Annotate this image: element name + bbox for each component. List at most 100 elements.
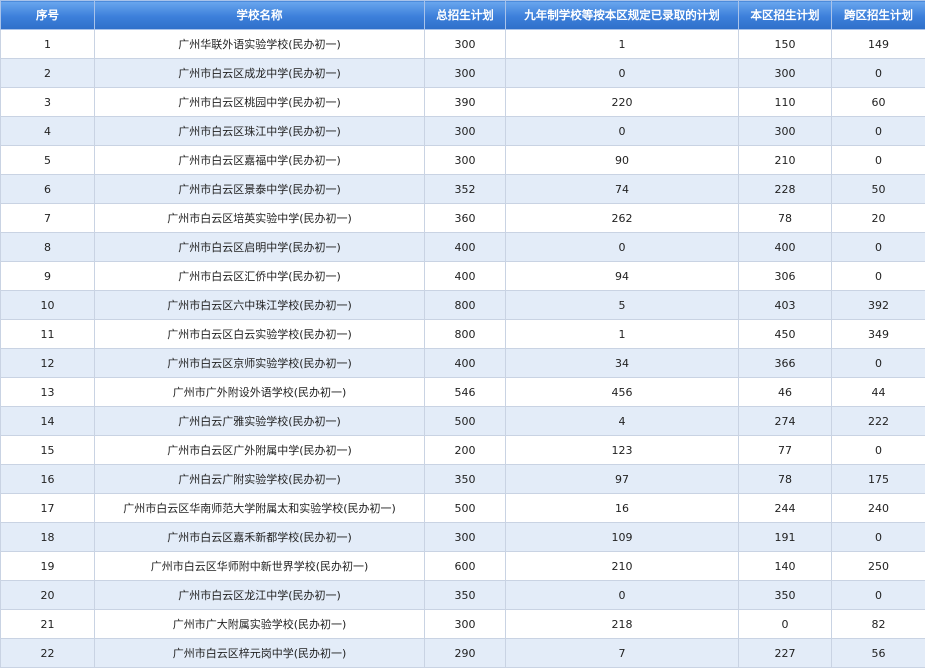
cell-cross-district-plan: 0 xyxy=(831,58,925,88)
cell-index: 11 xyxy=(0,319,95,349)
cell-local-plan: 0 xyxy=(738,609,832,639)
cell-admitted-plan: 34 xyxy=(505,348,739,378)
cell-admitted-plan: 0 xyxy=(505,116,739,146)
cell-total-plan: 500 xyxy=(424,406,506,436)
cell-local-plan: 191 xyxy=(738,522,832,552)
cell-school-name: 广州市白云区华师附中新世界学校(民办初一) xyxy=(94,551,425,581)
cell-admitted-plan: 5 xyxy=(505,290,739,320)
cell-cross-district-plan: 0 xyxy=(831,116,925,146)
table-row: 19 广州市白云区华师附中新世界学校(民办初一) 600 210 140 250 xyxy=(0,551,925,581)
cell-school-name: 广州白云广附实验学校(民办初一) xyxy=(94,464,425,494)
header-school-name[interactable]: 学校名称 xyxy=(94,0,425,30)
cell-index: 4 xyxy=(0,116,95,146)
header-total-plan[interactable]: 总招生计划 xyxy=(424,0,506,30)
cell-local-plan: 366 xyxy=(738,348,832,378)
table-row: 11 广州市白云区白云实验学校(民办初一) 800 1 450 349 xyxy=(0,319,925,349)
cell-admitted-plan: 0 xyxy=(505,58,739,88)
cell-index: 15 xyxy=(0,435,95,465)
cell-local-plan: 274 xyxy=(738,406,832,436)
cell-index: 18 xyxy=(0,522,95,552)
cell-cross-district-plan: 0 xyxy=(831,435,925,465)
header-admitted-plan[interactable]: 九年制学校等按本区规定已录取的计划 xyxy=(505,0,739,30)
cell-index: 20 xyxy=(0,580,95,610)
cell-local-plan: 306 xyxy=(738,261,832,291)
table-row: 1 广州华联外语实验学校(民办初一) 300 1 150 149 xyxy=(0,29,925,59)
cell-index: 7 xyxy=(0,203,95,233)
cell-total-plan: 360 xyxy=(424,203,506,233)
cell-school-name: 广州市白云区珠江中学(民办初一) xyxy=(94,116,425,146)
cell-index: 21 xyxy=(0,609,95,639)
cell-index: 6 xyxy=(0,174,95,204)
cell-school-name: 广州市白云区成龙中学(民办初一) xyxy=(94,58,425,88)
cell-total-plan: 400 xyxy=(424,261,506,291)
cell-index: 17 xyxy=(0,493,95,523)
table-row: 18 广州市白云区嘉禾新都学校(民办初一) 300 109 191 0 xyxy=(0,522,925,552)
header-index[interactable]: 序号 xyxy=(0,0,95,30)
cell-school-name: 广州白云广雅实验学校(民办初一) xyxy=(94,406,425,436)
cell-local-plan: 78 xyxy=(738,464,832,494)
cell-admitted-plan: 109 xyxy=(505,522,739,552)
cell-index: 5 xyxy=(0,145,95,175)
cell-cross-district-plan: 50 xyxy=(831,174,925,204)
cell-total-plan: 500 xyxy=(424,493,506,523)
table-row: 6 广州市白云区景泰中学(民办初一) 352 74 228 50 xyxy=(0,174,925,204)
cell-local-plan: 140 xyxy=(738,551,832,581)
cell-cross-district-plan: 0 xyxy=(831,261,925,291)
cell-total-plan: 400 xyxy=(424,232,506,262)
cell-total-plan: 546 xyxy=(424,377,506,407)
cell-admitted-plan: 94 xyxy=(505,261,739,291)
header-local-plan[interactable]: 本区招生计划 xyxy=(738,0,832,30)
table-row: 5 广州市白云区嘉福中学(民办初一) 300 90 210 0 xyxy=(0,145,925,175)
table-header: 序号 学校名称 总招生计划 九年制学校等按本区规定已录取的计划 本区招生计划 跨… xyxy=(0,0,925,30)
cell-local-plan: 403 xyxy=(738,290,832,320)
table-row: 20 广州市白云区龙江中学(民办初一) 350 0 350 0 xyxy=(0,580,925,610)
cell-local-plan: 350 xyxy=(738,580,832,610)
cell-total-plan: 400 xyxy=(424,348,506,378)
cell-total-plan: 800 xyxy=(424,290,506,320)
cell-total-plan: 350 xyxy=(424,580,506,610)
table-row: 21 广州市广大附属实验学校(民办初一) 300 218 0 82 xyxy=(0,609,925,639)
cell-total-plan: 800 xyxy=(424,319,506,349)
table-row: 17 广州市白云区华南师范大学附属太和实验学校(民办初一) 500 16 244 240 xyxy=(0,493,925,523)
cell-total-plan: 300 xyxy=(424,58,506,88)
cell-local-plan: 210 xyxy=(738,145,832,175)
cell-cross-district-plan: 0 xyxy=(831,348,925,378)
table-row: 4 广州市白云区珠江中学(民办初一) 300 0 300 0 xyxy=(0,116,925,146)
cell-local-plan: 228 xyxy=(738,174,832,204)
cell-index: 13 xyxy=(0,377,95,407)
cell-admitted-plan: 262 xyxy=(505,203,739,233)
cell-cross-district-plan: 56 xyxy=(831,638,925,668)
cell-total-plan: 200 xyxy=(424,435,506,465)
cell-admitted-plan: 97 xyxy=(505,464,739,494)
cell-cross-district-plan: 240 xyxy=(831,493,925,523)
table-row: 16 广州白云广附实验学校(民办初一) 350 97 78 175 xyxy=(0,464,925,494)
cell-index: 10 xyxy=(0,290,95,320)
cell-cross-district-plan: 44 xyxy=(831,377,925,407)
cell-index: 3 xyxy=(0,87,95,117)
cell-school-name: 广州市白云区嘉福中学(民办初一) xyxy=(94,145,425,175)
cell-local-plan: 300 xyxy=(738,58,832,88)
cell-admitted-plan: 218 xyxy=(505,609,739,639)
table-row: 8 广州市白云区启明中学(民办初一) 400 0 400 0 xyxy=(0,232,925,262)
cell-admitted-plan: 4 xyxy=(505,406,739,436)
cell-admitted-plan: 123 xyxy=(505,435,739,465)
cell-cross-district-plan: 222 xyxy=(831,406,925,436)
cell-school-name: 广州市白云区培英实验中学(民办初一) xyxy=(94,203,425,233)
cell-total-plan: 300 xyxy=(424,145,506,175)
cell-cross-district-plan: 349 xyxy=(831,319,925,349)
cell-total-plan: 300 xyxy=(424,29,506,59)
cell-local-plan: 150 xyxy=(738,29,832,59)
table-row: 9 广州市白云区汇侨中学(民办初一) 400 94 306 0 xyxy=(0,261,925,291)
cell-total-plan: 300 xyxy=(424,609,506,639)
cell-index: 19 xyxy=(0,551,95,581)
cell-admitted-plan: 0 xyxy=(505,232,739,262)
cell-local-plan: 450 xyxy=(738,319,832,349)
table-row: 2 广州市白云区成龙中学(民办初一) 300 0 300 0 xyxy=(0,58,925,88)
cell-admitted-plan: 74 xyxy=(505,174,739,204)
table-body: 1 广州华联外语实验学校(民办初一) 300 1 150 149 2 广州市白云区成龙中学(民… xyxy=(0,29,925,668)
table-row: 12 广州市白云区京师实验学校(民办初一) 400 34 366 0 xyxy=(0,348,925,378)
table-row: 13 广州市广外附设外语学校(民办初一) 546 456 46 44 xyxy=(0,377,925,407)
cell-school-name: 广州市白云区广外附属中学(民办初一) xyxy=(94,435,425,465)
cell-admitted-plan: 210 xyxy=(505,551,739,581)
header-cross-district-plan[interactable]: 跨区招生计划 xyxy=(831,0,925,30)
